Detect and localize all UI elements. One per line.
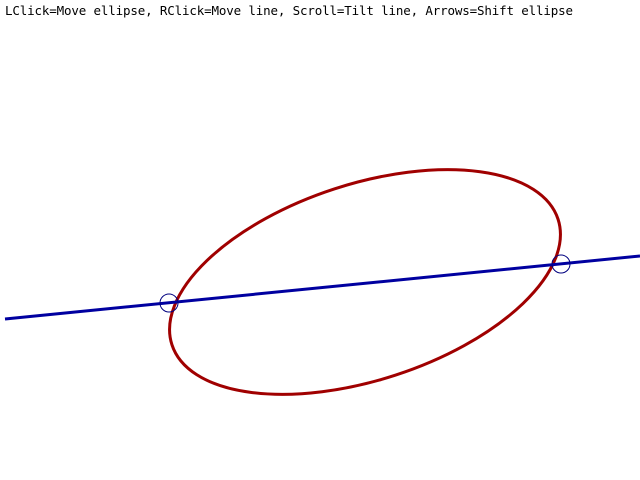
canvas-app[interactable]: LClick=Move ellipse, RClick=Move line, S… (0, 0, 640, 480)
instructions-text: LClick=Move ellipse, RClick=Move line, S… (5, 3, 573, 18)
drawing-canvas[interactable] (0, 0, 640, 480)
canvas-background[interactable] (0, 0, 640, 480)
